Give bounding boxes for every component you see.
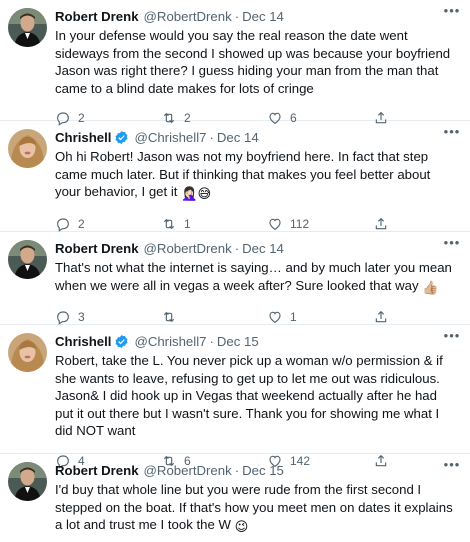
heart-icon (269, 311, 281, 323)
tweet-text: Robert, take the L. You never pick up a … (55, 353, 443, 438)
reply-icon (57, 217, 69, 232)
separator: · (209, 334, 214, 349)
tweet-date[interactable]: Dec 14 (242, 8, 284, 25)
reply-count: 3 (78, 310, 85, 324)
separator: · (234, 463, 240, 478)
tweet-text: Oh hi Robert! Jason was not my boyfriend… (55, 149, 431, 201)
share-button[interactable] (373, 216, 389, 232)
ellipsis-icon[interactable]: ••• (442, 236, 462, 254)
separator: · (234, 9, 240, 24)
like-count: 112 (290, 216, 310, 231)
avatar[interactable] (8, 462, 47, 501)
tweet[interactable]: Chrishell @Chrishell7 · Dec 15 ••• Rober… (0, 325, 470, 469)
retweet-button[interactable]: 1 (161, 216, 267, 232)
reply-button[interactable]: 2 (55, 216, 161, 232)
author-handle[interactable]: @Chrishell7 (134, 333, 206, 350)
tweet-text: That's not what the internet is saying… … (55, 260, 452, 295)
tweet-text: In your defense would you say the real r… (55, 28, 451, 96)
separator: · (209, 130, 214, 145)
tweet[interactable]: Robert Drenk @RobertDrenk · Dec 14 ••• T… (0, 232, 470, 325)
tweet-header: Chrishell @Chrishell7 · Dec 14 (55, 129, 456, 146)
author-handle[interactable]: @RobertDrenk (144, 462, 232, 479)
separator: · (234, 241, 240, 256)
like-button[interactable]: 1 (267, 309, 373, 325)
retweet-icon (163, 218, 175, 229)
avatar[interactable] (8, 333, 47, 372)
author-handle[interactable]: @RobertDrenk (144, 8, 232, 25)
author-name[interactable]: Robert Drenk (55, 8, 139, 25)
share-icon (375, 310, 387, 323)
author-name[interactable]: Robert Drenk (55, 462, 139, 479)
tweet-header: Robert Drenk @RobertDrenk · Dec 14 (55, 8, 456, 25)
tweet[interactable]: Chrishell @Chrishell7 · Dec 14 ••• Oh hi… (0, 121, 470, 232)
tweet-date[interactable]: Dec 14 (242, 240, 284, 257)
author-name[interactable]: Chrishell (55, 129, 111, 146)
tweet[interactable]: Robert Drenk @RobertDrenk · Dec 14 ••• I… (0, 0, 470, 126)
avatar[interactable] (8, 240, 47, 279)
tweet-date[interactable]: Dec 15 (217, 333, 259, 350)
share-icon (375, 217, 387, 229)
author-handle[interactable]: @Chrishell7 (134, 129, 206, 146)
like-button[interactable]: 112 (267, 216, 373, 232)
tweet-header: Robert Drenk @RobertDrenk · Dec 14 (55, 240, 456, 257)
author-handle[interactable]: @RobertDrenk (144, 240, 232, 257)
verified-badge-icon (114, 130, 129, 145)
tweet-header: Chrishell @Chrishell7 · Dec 15 (55, 333, 456, 350)
emoji: 👍🏼 (422, 279, 439, 295)
verified-badge-icon (114, 334, 129, 349)
tweet[interactable]: Robert Drenk @RobertDrenk · Dec 15 ••• I… (0, 454, 470, 542)
retweet-icon (163, 311, 175, 323)
retweet-button[interactable] (161, 309, 267, 325)
tweet-date[interactable]: Dec 14 (217, 129, 259, 146)
author-name[interactable]: Robert Drenk (55, 240, 139, 257)
avatar[interactable] (8, 129, 47, 168)
share-button[interactable] (373, 309, 389, 325)
tweet-thread: Robert Drenk @RobertDrenk · Dec 14 ••• I… (0, 0, 470, 542)
tweet-header: Robert Drenk @RobertDrenk · Dec 15 (55, 462, 456, 479)
ellipsis-icon[interactable]: ••• (442, 329, 462, 347)
ellipsis-icon[interactable]: ••• (442, 125, 462, 143)
like-count: 1 (290, 310, 297, 324)
emoji: 😉 (234, 519, 249, 534)
author-name[interactable]: Chrishell (55, 333, 111, 350)
heart-icon (269, 218, 281, 230)
ellipsis-icon[interactable]: ••• (442, 458, 462, 476)
reply-icon (57, 311, 69, 325)
ellipsis-icon[interactable]: ••• (442, 4, 462, 22)
reply-button[interactable]: 3 (55, 309, 161, 325)
emoji: 🤦🏻‍♀️😅 (181, 186, 212, 201)
avatar[interactable] (8, 8, 47, 47)
reply-count: 2 (78, 216, 85, 231)
retweet-count: 1 (184, 216, 191, 231)
tweet-text: I'd buy that whole line but you were rud… (55, 482, 453, 534)
tweet-date[interactable]: Dec 15 (242, 462, 284, 479)
